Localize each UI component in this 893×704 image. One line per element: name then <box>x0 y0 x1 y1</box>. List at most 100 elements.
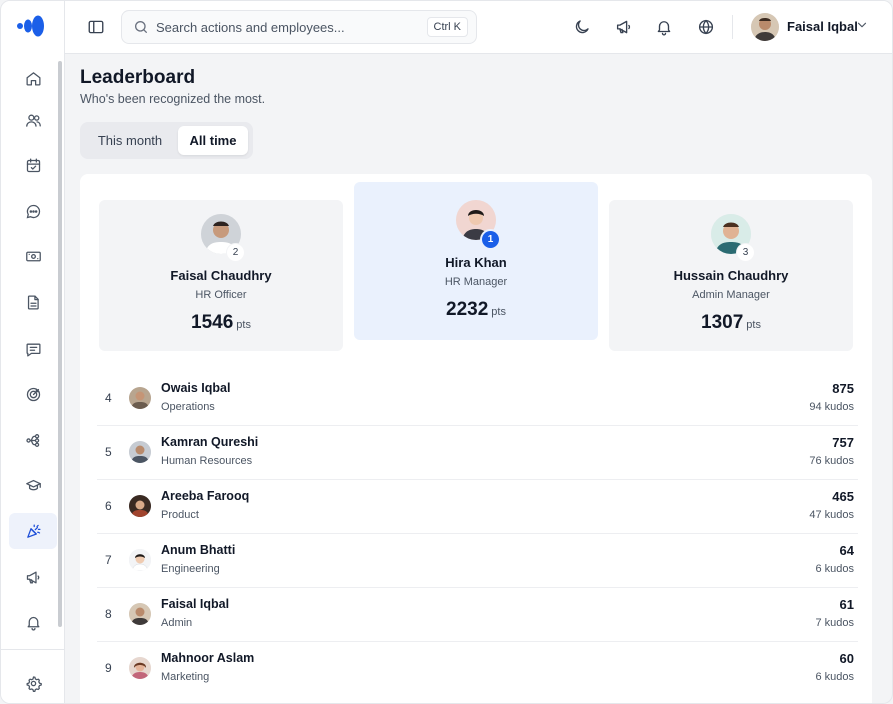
sidebar-item-users[interactable] <box>9 102 57 138</box>
row-rank: 4 <box>105 391 112 405</box>
table-row[interactable]: 7 Anum Bhatti Engineering 64 6 kudos <box>97 534 858 588</box>
sidebar-item-goals[interactable] <box>9 376 57 412</box>
avatar <box>129 603 151 625</box>
dark-mode-button[interactable] <box>571 16 593 38</box>
search-placeholder: Search actions and employees... <box>156 20 345 35</box>
podium-card-first[interactable]: 1 Hira Khan HR Manager 2232 pts <box>354 182 598 340</box>
row-rank: 5 <box>105 445 112 459</box>
row-kudos: 76 kudos <box>809 455 854 467</box>
sidebar-item-settings[interactable] <box>9 665 57 701</box>
tab-all-time[interactable]: All time <box>178 126 248 155</box>
globe-icon <box>698 19 714 35</box>
user-name[interactable]: Faisal Iqbal <box>787 19 858 34</box>
users-icon <box>25 114 41 127</box>
row-kudos: 7 kudos <box>815 617 854 629</box>
podium-name: Hira Khan <box>445 255 507 270</box>
money-icon <box>25 251 41 261</box>
podium-card-third[interactable]: 3 Hussain Chaudhry Admin Manager 1307 pts <box>609 200 853 351</box>
table-row[interactable]: 4 Owais Iqbal Operations 875 94 kudos <box>97 372 858 426</box>
sidebar-item-payroll[interactable] <box>9 238 57 274</box>
rank-badge: 1 <box>482 231 499 248</box>
sidebar-item-learning[interactable] <box>9 467 57 503</box>
header-divider <box>732 15 733 39</box>
bell-icon <box>657 21 671 36</box>
row-points: 64 <box>839 543 854 558</box>
row-name: Kamran Qureshi <box>161 435 259 449</box>
row-kudos: 94 kudos <box>809 401 854 413</box>
page-title: Leaderboard <box>80 67 196 88</box>
row-rank: 6 <box>105 499 112 513</box>
avatar <box>129 495 151 517</box>
app-logo[interactable] <box>17 15 45 37</box>
table-row[interactable]: 6 Areeba Farooq Product 465 47 kudos <box>97 480 858 534</box>
user-avatar[interactable] <box>751 13 779 41</box>
sidebar-item-home[interactable] <box>9 60 57 96</box>
sidebar-scrollbar[interactable] <box>58 61 62 627</box>
row-name: Mahnoor Aslam <box>161 651 255 665</box>
search-input[interactable]: Search actions and employees... Ctrl K <box>121 10 477 44</box>
message-square-icon <box>25 343 41 357</box>
sidebar-item-recognition[interactable] <box>9 513 57 549</box>
table-row[interactable]: 8 Faisal Iqbal Admin 61 7 kudos <box>97 588 858 642</box>
row-points: 875 <box>832 381 854 396</box>
row-name: Faisal Iqbal <box>161 597 230 611</box>
search-shortcut-badge: Ctrl K <box>426 17 468 37</box>
megaphone-icon <box>26 571 39 583</box>
chat-icon <box>26 204 40 218</box>
party-popper-icon <box>26 523 41 538</box>
row-points: 757 <box>832 435 854 450</box>
sidebar-item-workflows[interactable] <box>9 422 57 458</box>
toggle-sidebar-button[interactable] <box>85 16 107 38</box>
rank-badge: 3 <box>737 244 754 261</box>
table-row[interactable]: 5 Kamran Qureshi Human Resources 757 76 … <box>97 426 858 480</box>
podium-role: Admin Manager <box>692 289 770 301</box>
table-row[interactable]: 9 Mahnoor Aslam Marketing 60 6 kudos <box>97 642 858 696</box>
row-kudos: 6 kudos <box>815 563 854 575</box>
period-toggle: This month All time <box>80 122 253 159</box>
podium-points: 1546 pts <box>191 312 251 333</box>
row-department: Engineering <box>161 563 220 575</box>
podium-name: Faisal Chaudhry <box>170 268 272 283</box>
row-points: 61 <box>839 597 854 612</box>
rank-badge: 2 <box>227 244 244 261</box>
podium-points: 2232 pts <box>446 299 506 320</box>
sidebar-item-documents[interactable] <box>9 284 57 320</box>
row-name: Areeba Farooq <box>161 489 250 503</box>
calendar-check-icon <box>26 157 40 172</box>
sidebar <box>1 1 65 703</box>
sidebar-item-chat[interactable] <box>9 193 57 229</box>
bell-icon <box>27 616 39 631</box>
row-name: Owais Iqbal <box>161 381 231 395</box>
sidebar-item-announcements[interactable] <box>9 559 57 595</box>
row-rank: 7 <box>105 553 112 567</box>
podium-role: HR Manager <box>444 276 508 288</box>
search-icon <box>135 21 147 33</box>
top-header: Search actions and employees... Ctrl K F… <box>65 1 892 54</box>
chevron-down-icon[interactable] <box>855 18 869 32</box>
graduation-cap-icon <box>25 479 41 490</box>
podium-card-second[interactable]: 2 Faisal Chaudhry HR Officer 1546 pts <box>99 200 343 351</box>
workflow-icon <box>25 433 39 447</box>
row-department: Marketing <box>161 671 210 683</box>
avatar <box>129 549 151 571</box>
podium-name: Hussain Chaudhry <box>673 268 789 283</box>
app-window: Search actions and employees... Ctrl K F… <box>0 0 893 704</box>
avatar <box>129 387 151 409</box>
sidebar-item-attendance[interactable] <box>9 147 57 183</box>
row-kudos: 6 kudos <box>815 671 854 683</box>
row-department: Operations <box>161 401 215 413</box>
row-rank: 8 <box>105 607 112 621</box>
target-icon <box>26 387 40 401</box>
announcements-button[interactable] <box>613 16 635 38</box>
tab-this-month[interactable]: This month <box>84 126 176 155</box>
sidebar-panel-icon <box>88 20 104 34</box>
sidebar-item-messages[interactable] <box>9 331 57 367</box>
podium-role: HR Officer <box>195 289 247 301</box>
document-icon <box>27 294 39 310</box>
row-rank: 9 <box>105 661 112 675</box>
notifications-button[interactable] <box>653 16 675 38</box>
home-icon <box>25 71 41 86</box>
language-button[interactable] <box>695 16 717 38</box>
sidebar-item-notifications[interactable] <box>9 604 57 640</box>
row-points: 465 <box>832 489 854 504</box>
